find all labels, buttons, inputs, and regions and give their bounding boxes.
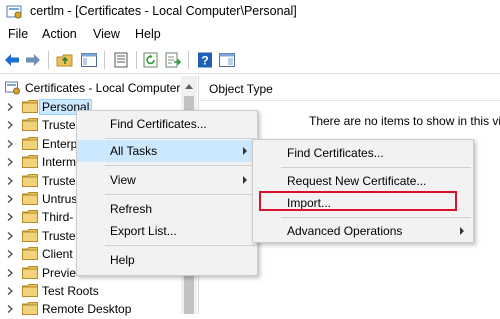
- column-header-object-type[interactable]: Object Type: [200, 76, 500, 101]
- expand-chevron-icon[interactable]: [6, 213, 14, 222]
- expand-chevron-icon[interactable]: [6, 305, 14, 314]
- menu-help[interactable]: Help: [135, 27, 161, 41]
- tree-item-label: Previe: [42, 265, 77, 280]
- folder-icon: [22, 284, 38, 297]
- toolbar-separator: [136, 51, 137, 69]
- console-tree-icon[interactable]: [218, 51, 236, 69]
- submenu-item-request-new-certificate[interactable]: Request New Certificate...: [253, 170, 473, 192]
- expand-chevron-icon[interactable]: [6, 250, 14, 259]
- tree-root[interactable]: Certificates - Local Computer: [0, 79, 180, 98]
- menu-separator: [105, 245, 255, 246]
- expand-chevron-icon[interactable]: [6, 176, 14, 185]
- tree-item-label: Truste: [42, 173, 76, 188]
- menu-item-all-tasks[interactable]: All Tasks: [77, 140, 257, 162]
- empty-message: There are no items to show in this vie: [309, 114, 500, 128]
- tree-item-label: Remote Desktop: [42, 302, 132, 317]
- submenu-arrow-icon: [243, 176, 247, 184]
- submenu-item-advanced-operations[interactable]: Advanced Operations: [253, 220, 473, 242]
- menu-item-label: Refresh: [110, 202, 153, 216]
- menu-separator: [105, 138, 255, 139]
- menu-separator: [105, 165, 255, 166]
- expand-chevron-icon[interactable]: [6, 121, 14, 130]
- tree-root-label: Certificates - Local Computer: [25, 81, 181, 95]
- folder-icon: [22, 118, 38, 132]
- expand-chevron-icon[interactable]: [6, 158, 14, 167]
- tree-item-label: Truste: [42, 118, 76, 133]
- submenu-arrow-icon: [460, 227, 464, 235]
- menu-item-find-certificates[interactable]: Find Certificates...: [77, 113, 257, 135]
- menu-item-label: Help: [110, 253, 135, 267]
- window-title: certlm - [Certificates - Local Computer\…: [30, 4, 297, 18]
- menu-item-label: Find Certificates...: [110, 117, 207, 131]
- back-arrow-icon[interactable]: [3, 51, 21, 69]
- help-icon[interactable]: ?: [196, 51, 214, 69]
- folder-icon: [22, 136, 38, 150]
- certificates-store-icon: [5, 81, 20, 95]
- toolbar-separator: [188, 51, 189, 69]
- tree-item-label: Interm: [42, 155, 77, 170]
- menu-separator: [281, 217, 471, 218]
- properties-icon[interactable]: [112, 51, 130, 69]
- menu-bar: File Action View Help: [0, 25, 500, 45]
- tree-item[interactable]: Remote Desktop: [0, 300, 180, 319]
- tree-item-label: Truste: [42, 228, 76, 243]
- title-bar: certlm - [Certificates - Local Computer\…: [0, 0, 500, 24]
- expand-chevron-icon[interactable]: [6, 103, 14, 111]
- folder-icon: [22, 155, 38, 169]
- folder-icon: [22, 265, 38, 279]
- toolbar-separator: [48, 51, 49, 69]
- menu-separator: [105, 194, 255, 195]
- submenu-item-find-certificates[interactable]: Find Certificates...: [253, 142, 473, 164]
- submenu-arrow-icon: [243, 147, 247, 155]
- expand-chevron-icon[interactable]: [6, 287, 14, 295]
- menu-item-refresh[interactable]: Refresh: [77, 198, 257, 220]
- menu-item-view[interactable]: View: [77, 169, 257, 191]
- certlm-app-icon: [6, 5, 22, 19]
- expand-chevron-icon[interactable]: [6, 231, 14, 240]
- scroll-up-arrow-icon[interactable]: [185, 83, 193, 89]
- folder-icon: [22, 302, 38, 316]
- export-list-icon[interactable]: [164, 51, 182, 69]
- menu-item-label: Request New Certificate...: [287, 174, 427, 188]
- toolbar: ?: [0, 47, 500, 74]
- folder-icon: [22, 173, 38, 187]
- menu-item-label: View: [110, 173, 136, 187]
- refresh-icon[interactable]: [142, 51, 160, 69]
- tree-item-label: Enterp: [42, 136, 78, 151]
- up-folder-icon[interactable]: [56, 51, 74, 69]
- tree-item-label: Untrus: [42, 192, 78, 206]
- menu-item-label: All Tasks: [110, 144, 158, 158]
- menu-separator: [281, 167, 471, 168]
- expand-chevron-icon[interactable]: [6, 195, 14, 203]
- folder-icon: [22, 100, 38, 113]
- menu-file[interactable]: File: [8, 27, 28, 41]
- folder-icon: [22, 192, 38, 205]
- tree-item[interactable]: Test Roots: [0, 282, 180, 301]
- forward-arrow-icon[interactable]: [24, 51, 42, 69]
- menu-action[interactable]: Action: [42, 27, 77, 41]
- import-highlight-callout: [259, 191, 457, 211]
- tree-item-label: Third-: [42, 210, 74, 225]
- expand-chevron-icon[interactable]: [6, 268, 14, 277]
- menu-item-export-list[interactable]: Export List...: [77, 220, 257, 242]
- menu-view[interactable]: View: [93, 27, 120, 41]
- context-menu: Find Certificates... All Tasks View Refr…: [76, 110, 258, 276]
- toolbar-separator: [104, 51, 105, 69]
- tree-item-label: Client: [42, 247, 73, 262]
- menu-item-label: Export List...: [110, 224, 177, 238]
- column-header-label: Object Type: [209, 82, 273, 96]
- svg-text:?: ?: [201, 54, 208, 68]
- tree-item-label: Test Roots: [42, 284, 99, 298]
- expand-chevron-icon[interactable]: [6, 139, 14, 148]
- show-hide-tree-icon[interactable]: [80, 51, 98, 69]
- menu-item-label: Find Certificates...: [287, 146, 384, 160]
- folder-icon: [22, 210, 38, 224]
- menu-item-label: Advanced Operations: [287, 224, 403, 238]
- folder-icon: [22, 228, 38, 242]
- folder-icon: [22, 247, 38, 261]
- menu-item-help[interactable]: Help: [77, 249, 257, 271]
